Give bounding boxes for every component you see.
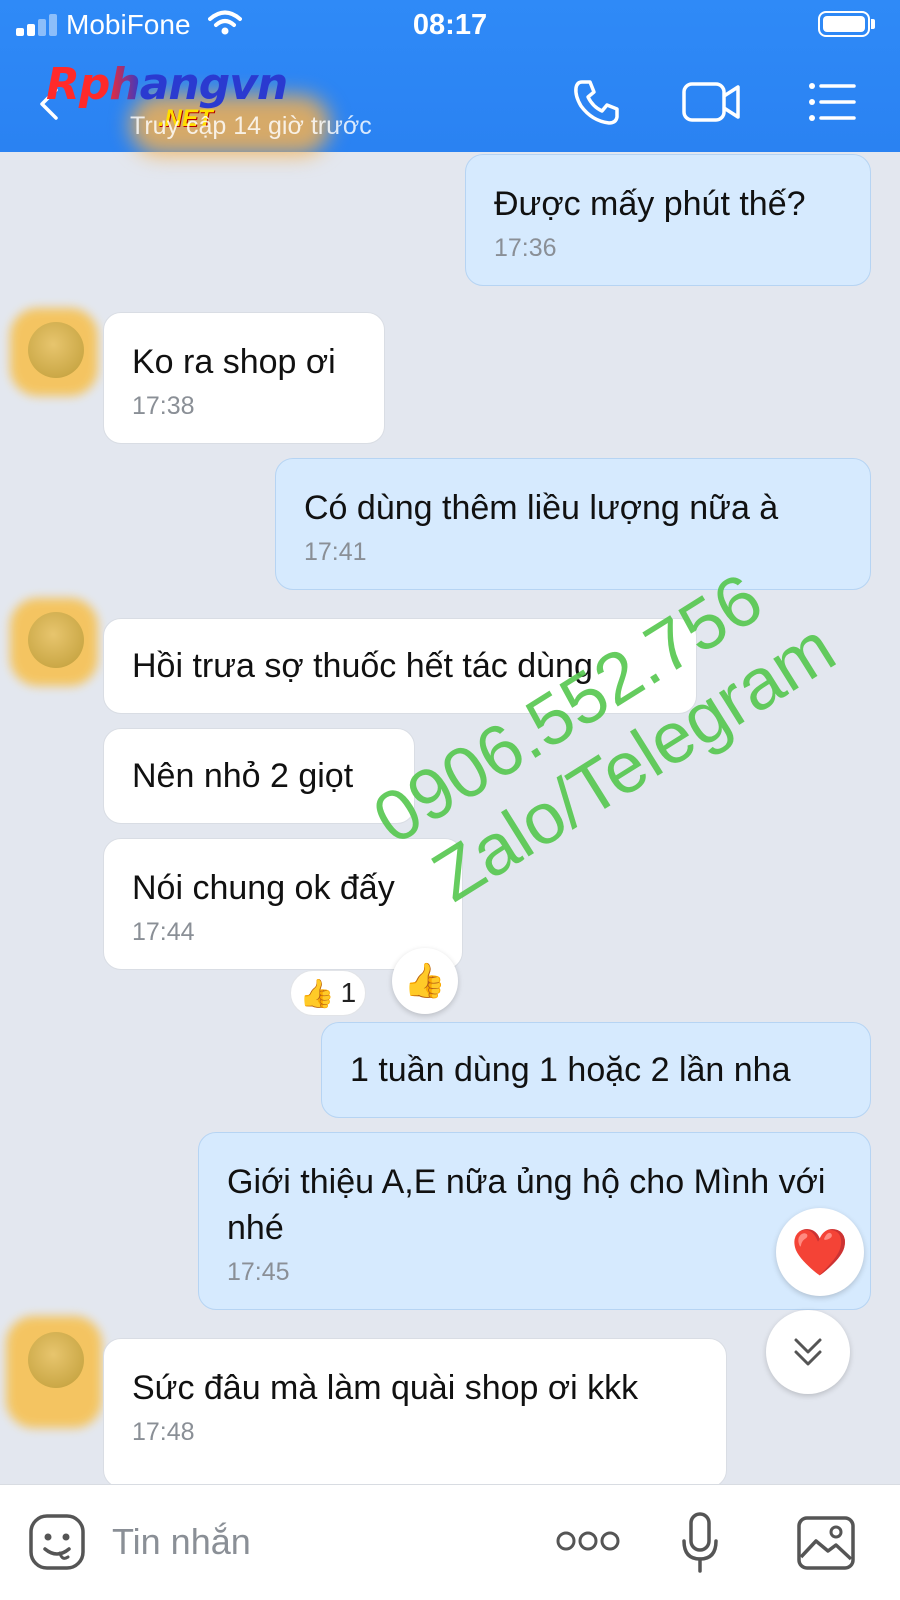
message-text: Sức đâu mà làm quài shop ơi kkk bbox=[132, 1369, 639, 1407]
message-text: Có dùng thêm liều lượng nữa à bbox=[304, 489, 779, 527]
logo-main-text: Rphangvn bbox=[46, 59, 288, 110]
message-bubble-outgoing[interactable]: Giới thiệu A,E nữa ủng hộ cho Mình với n… bbox=[198, 1132, 871, 1310]
message-bubble-incoming[interactable]: Sức đâu mà làm quài shop ơi kkk 17:48 bbox=[103, 1338, 727, 1484]
double-chevron-down-icon bbox=[794, 1338, 822, 1366]
heart-icon: ❤️ bbox=[791, 1225, 849, 1278]
sticker-emoji-icon[interactable] bbox=[28, 1513, 86, 1571]
heart-react-button[interactable]: ❤️ bbox=[776, 1208, 864, 1296]
video-call-icon[interactable] bbox=[680, 76, 744, 128]
battery-icon bbox=[818, 11, 875, 37]
message-bubble-incoming[interactable]: Nói chung ok đấy 17:44 bbox=[103, 838, 463, 970]
status-bar: MobiFone 08:17 bbox=[0, 0, 900, 52]
message-list[interactable]: Được mấy phút thế? 17:36 Ko ra shop ơi 1… bbox=[0, 152, 900, 1484]
more-options-icon[interactable] bbox=[556, 1529, 620, 1553]
message-bubble-outgoing[interactable]: 1 tuần dùng 1 hoặc 2 lần nha bbox=[321, 1022, 871, 1118]
message-bubble-incoming[interactable]: Nên nhỏ 2 giọt bbox=[103, 728, 415, 824]
message-input[interactable]: Tin nhắn bbox=[112, 1521, 251, 1563]
microphone-icon[interactable] bbox=[680, 1511, 720, 1577]
thumbs-up-icon: 👍 bbox=[403, 962, 447, 1000]
message-text: Nên nhỏ 2 giọt bbox=[132, 757, 354, 795]
thumbs-up-react-button[interactable]: 👍 bbox=[392, 948, 458, 1014]
message-bubble-outgoing[interactable]: Có dùng thêm liều lượng nữa à 17:41 bbox=[275, 458, 871, 590]
phone-icon[interactable] bbox=[570, 76, 622, 128]
scroll-to-bottom-button[interactable] bbox=[766, 1310, 850, 1394]
message-bubble-outgoing[interactable]: Được mấy phút thế? 17:36 bbox=[465, 154, 871, 286]
reaction-count: 1 bbox=[340, 977, 357, 1008]
message-time: 17:41 bbox=[304, 538, 367, 566]
menu-icon[interactable] bbox=[806, 76, 858, 128]
message-input-bar: Tin nhắn bbox=[0, 1484, 900, 1600]
message-time: 17:36 bbox=[494, 234, 557, 262]
message-bubble-incoming[interactable]: Ko ra shop ơi 17:38 bbox=[103, 312, 385, 444]
message-text: Hồi trưa sợ thuốc hết tác dùng bbox=[132, 647, 593, 685]
message-text: Ko ra shop ơi bbox=[132, 343, 336, 381]
message-time: 17:48 bbox=[132, 1418, 195, 1446]
reaction-summary[interactable]: 👍 1 bbox=[290, 970, 366, 1016]
message-time: 17:38 bbox=[132, 392, 195, 420]
message-time: 17:44 bbox=[132, 918, 195, 946]
message-bubble-incoming[interactable]: Hồi trưa sợ thuốc hết tác dùng bbox=[103, 618, 697, 714]
message-time: 17:45 bbox=[227, 1258, 290, 1286]
image-gallery-icon[interactable] bbox=[796, 1515, 856, 1571]
message-text: Được mấy phút thế? bbox=[494, 185, 806, 223]
last-seen-status: Truy cập 14 giờ trước bbox=[130, 112, 372, 140]
contact-avatar[interactable] bbox=[10, 598, 98, 686]
contact-avatar[interactable] bbox=[6, 1316, 102, 1428]
contact-avatar[interactable] bbox=[10, 308, 98, 396]
thumbs-up-reaction-icon: 👍 bbox=[299, 977, 335, 1009]
chat-header: MobiFone 08:17 Rphangvn .NET Truy cập 14… bbox=[0, 0, 900, 155]
message-text: 1 tuần dùng 1 hoặc 2 lần nha bbox=[350, 1051, 791, 1089]
message-text: Nói chung ok đấy bbox=[132, 869, 395, 907]
clock: 08:17 bbox=[412, 9, 488, 41]
message-text: Giới thiệu A,E nữa ủng hộ cho Mình với n… bbox=[227, 1163, 826, 1247]
